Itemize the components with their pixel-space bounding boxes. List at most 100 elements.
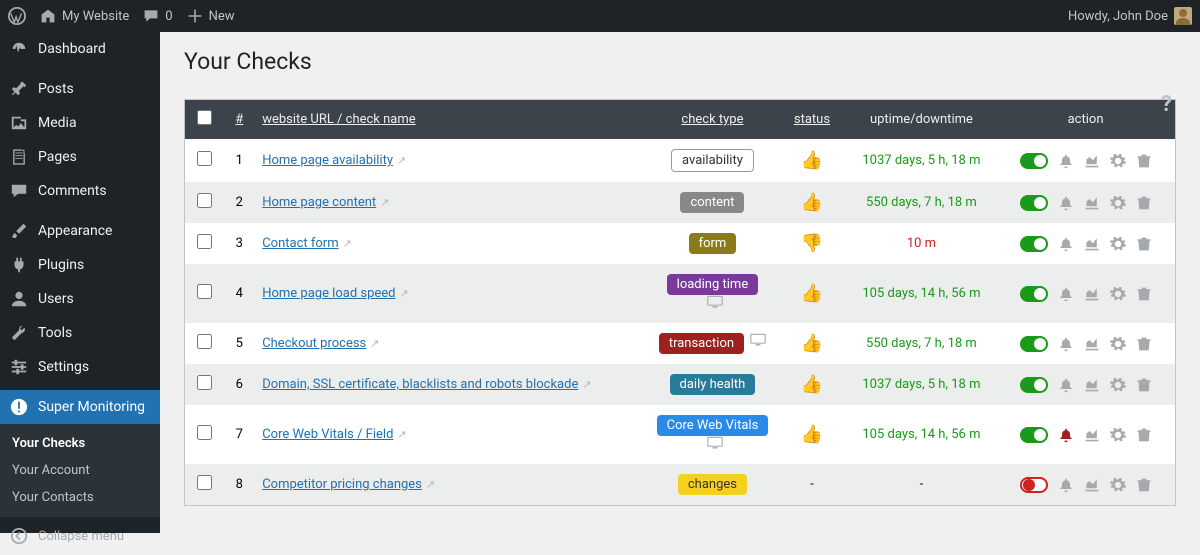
gear-icon[interactable] [1110,195,1126,211]
enable-toggle[interactable] [1020,195,1048,211]
trash-icon[interactable] [1136,477,1152,493]
trash-icon[interactable] [1136,427,1152,443]
gear-icon[interactable] [1110,236,1126,252]
bell-icon[interactable] [1058,236,1074,252]
uptime-cell: 550 days, 7 h, 18 m [847,323,996,364]
gear-icon[interactable] [1110,336,1126,352]
check-name-link[interactable]: Home page availability [262,153,393,168]
status-cell: 👎 [777,223,847,264]
uptime-cell: 550 days, 7 h, 18 m [847,182,996,223]
chart-icon[interactable] [1084,336,1100,352]
row-number: 6 [224,364,254,405]
sidebar-item-comments[interactable]: Comments [0,174,160,208]
check-name-link[interactable]: Contact form [262,236,338,251]
check-name-link[interactable]: Core Web Vitals / Field [262,427,393,442]
row-checkbox[interactable] [197,284,212,299]
gear-icon[interactable] [1110,427,1126,443]
check-type-badge: form [689,233,737,254]
chart-icon[interactable] [1084,236,1100,252]
col-status[interactable]: status [794,112,830,127]
howdy-link[interactable]: Howdy, John Doe [1068,7,1192,25]
enable-toggle[interactable] [1020,286,1048,302]
submenu-item-your-account[interactable]: Your Account [0,457,160,484]
check-name-link[interactable]: Checkout process [262,336,366,351]
submenu-item-your-checks[interactable]: Your Checks [0,430,160,457]
sidebar-item-media[interactable]: Media [0,106,160,140]
chart-icon[interactable] [1084,153,1100,169]
row-checkbox[interactable] [197,475,212,490]
bell-icon[interactable] [1058,195,1074,211]
check-name-link[interactable]: Home page load speed [262,286,395,301]
site-link[interactable]: My Website [40,8,129,24]
col-type[interactable]: check type [681,112,743,127]
row-checkbox[interactable] [197,234,212,249]
sidebar-item-pages[interactable]: Pages [0,140,160,174]
trash-icon[interactable] [1136,286,1152,302]
sidebar-item-super-monitoring[interactable]: Super Monitoring [0,390,160,424]
collapse-menu[interactable]: Collapse menu [0,517,160,555]
gear-icon[interactable] [1110,286,1126,302]
select-all-checkbox[interactable] [197,110,212,125]
sidebar-item-label: Settings [38,359,89,375]
bell-icon[interactable] [1058,377,1074,393]
check-type-badge: transaction [659,333,744,354]
chart-icon[interactable] [1084,195,1100,211]
bell-icon[interactable] [1058,427,1074,443]
sidebar-item-tools[interactable]: Tools [0,316,160,350]
status-cell: 👍 [777,364,847,405]
trash-icon[interactable] [1136,236,1152,252]
sidebar-item-dashboard[interactable]: Dashboard [0,32,160,66]
trash-icon[interactable] [1136,195,1152,211]
enable-toggle[interactable] [1020,377,1048,393]
check-name-link[interactable]: Home page content [262,195,376,210]
enable-toggle[interactable] [1020,236,1048,252]
row-checkbox[interactable] [197,425,212,440]
media-icon [10,114,28,132]
sidebar-item-posts[interactable]: Posts [0,72,160,106]
trash-icon[interactable] [1136,336,1152,352]
table-row: 7Core Web Vitals / Field↗Core Web Vitals… [185,405,1176,464]
chart-icon[interactable] [1084,377,1100,393]
thumbs-up-icon: 👍 [801,424,823,445]
row-checkbox[interactable] [197,375,212,390]
enable-toggle[interactable] [1020,427,1048,443]
help-icon[interactable]: ? [1161,92,1172,117]
thumbs-down-icon: 👎 [801,233,823,254]
new-link[interactable]: New [187,8,235,24]
sidebar-item-appearance[interactable]: Appearance [0,214,160,248]
gear-icon[interactable] [1110,153,1126,169]
uptime-cell: - [847,464,996,506]
check-name-link[interactable]: Competitor pricing changes [262,477,422,492]
bell-icon[interactable] [1058,286,1074,302]
trash-icon[interactable] [1136,153,1152,169]
col-name[interactable]: website URL / check name [262,112,415,127]
enable-toggle[interactable] [1020,153,1048,169]
sidebar-item-plugins[interactable]: Plugins [0,248,160,282]
table-row: 8Competitor pricing changes↗changes-- [185,464,1176,506]
bell-icon[interactable] [1058,336,1074,352]
chart-icon[interactable] [1084,427,1100,443]
check-type-badge: content [680,192,744,213]
gear-icon[interactable] [1110,377,1126,393]
enable-toggle[interactable] [1020,336,1048,352]
dashboard-icon [10,40,28,58]
trash-icon[interactable] [1136,377,1152,393]
gear-icon[interactable] [1110,477,1126,493]
submenu-item-your-contacts[interactable]: Your Contacts [0,484,160,511]
row-checkbox[interactable] [197,151,212,166]
chart-icon[interactable] [1084,286,1100,302]
comments-link[interactable]: 0 [143,8,172,24]
plugin-icon [10,256,28,274]
check-name-link[interactable]: Domain, SSL certificate, blacklists and … [262,377,578,392]
row-checkbox[interactable] [197,334,212,349]
col-number[interactable]: # [235,112,243,127]
chart-icon[interactable] [1084,477,1100,493]
bell-icon[interactable] [1058,477,1074,493]
sidebar-item-users[interactable]: Users [0,282,160,316]
sidebar-item-label: Dashboard [38,41,106,57]
enable-toggle[interactable] [1020,477,1048,493]
bell-icon[interactable] [1058,153,1074,169]
sidebar-item-settings[interactable]: Settings [0,350,160,384]
wp-logo[interactable] [8,7,26,25]
row-checkbox[interactable] [197,193,212,208]
